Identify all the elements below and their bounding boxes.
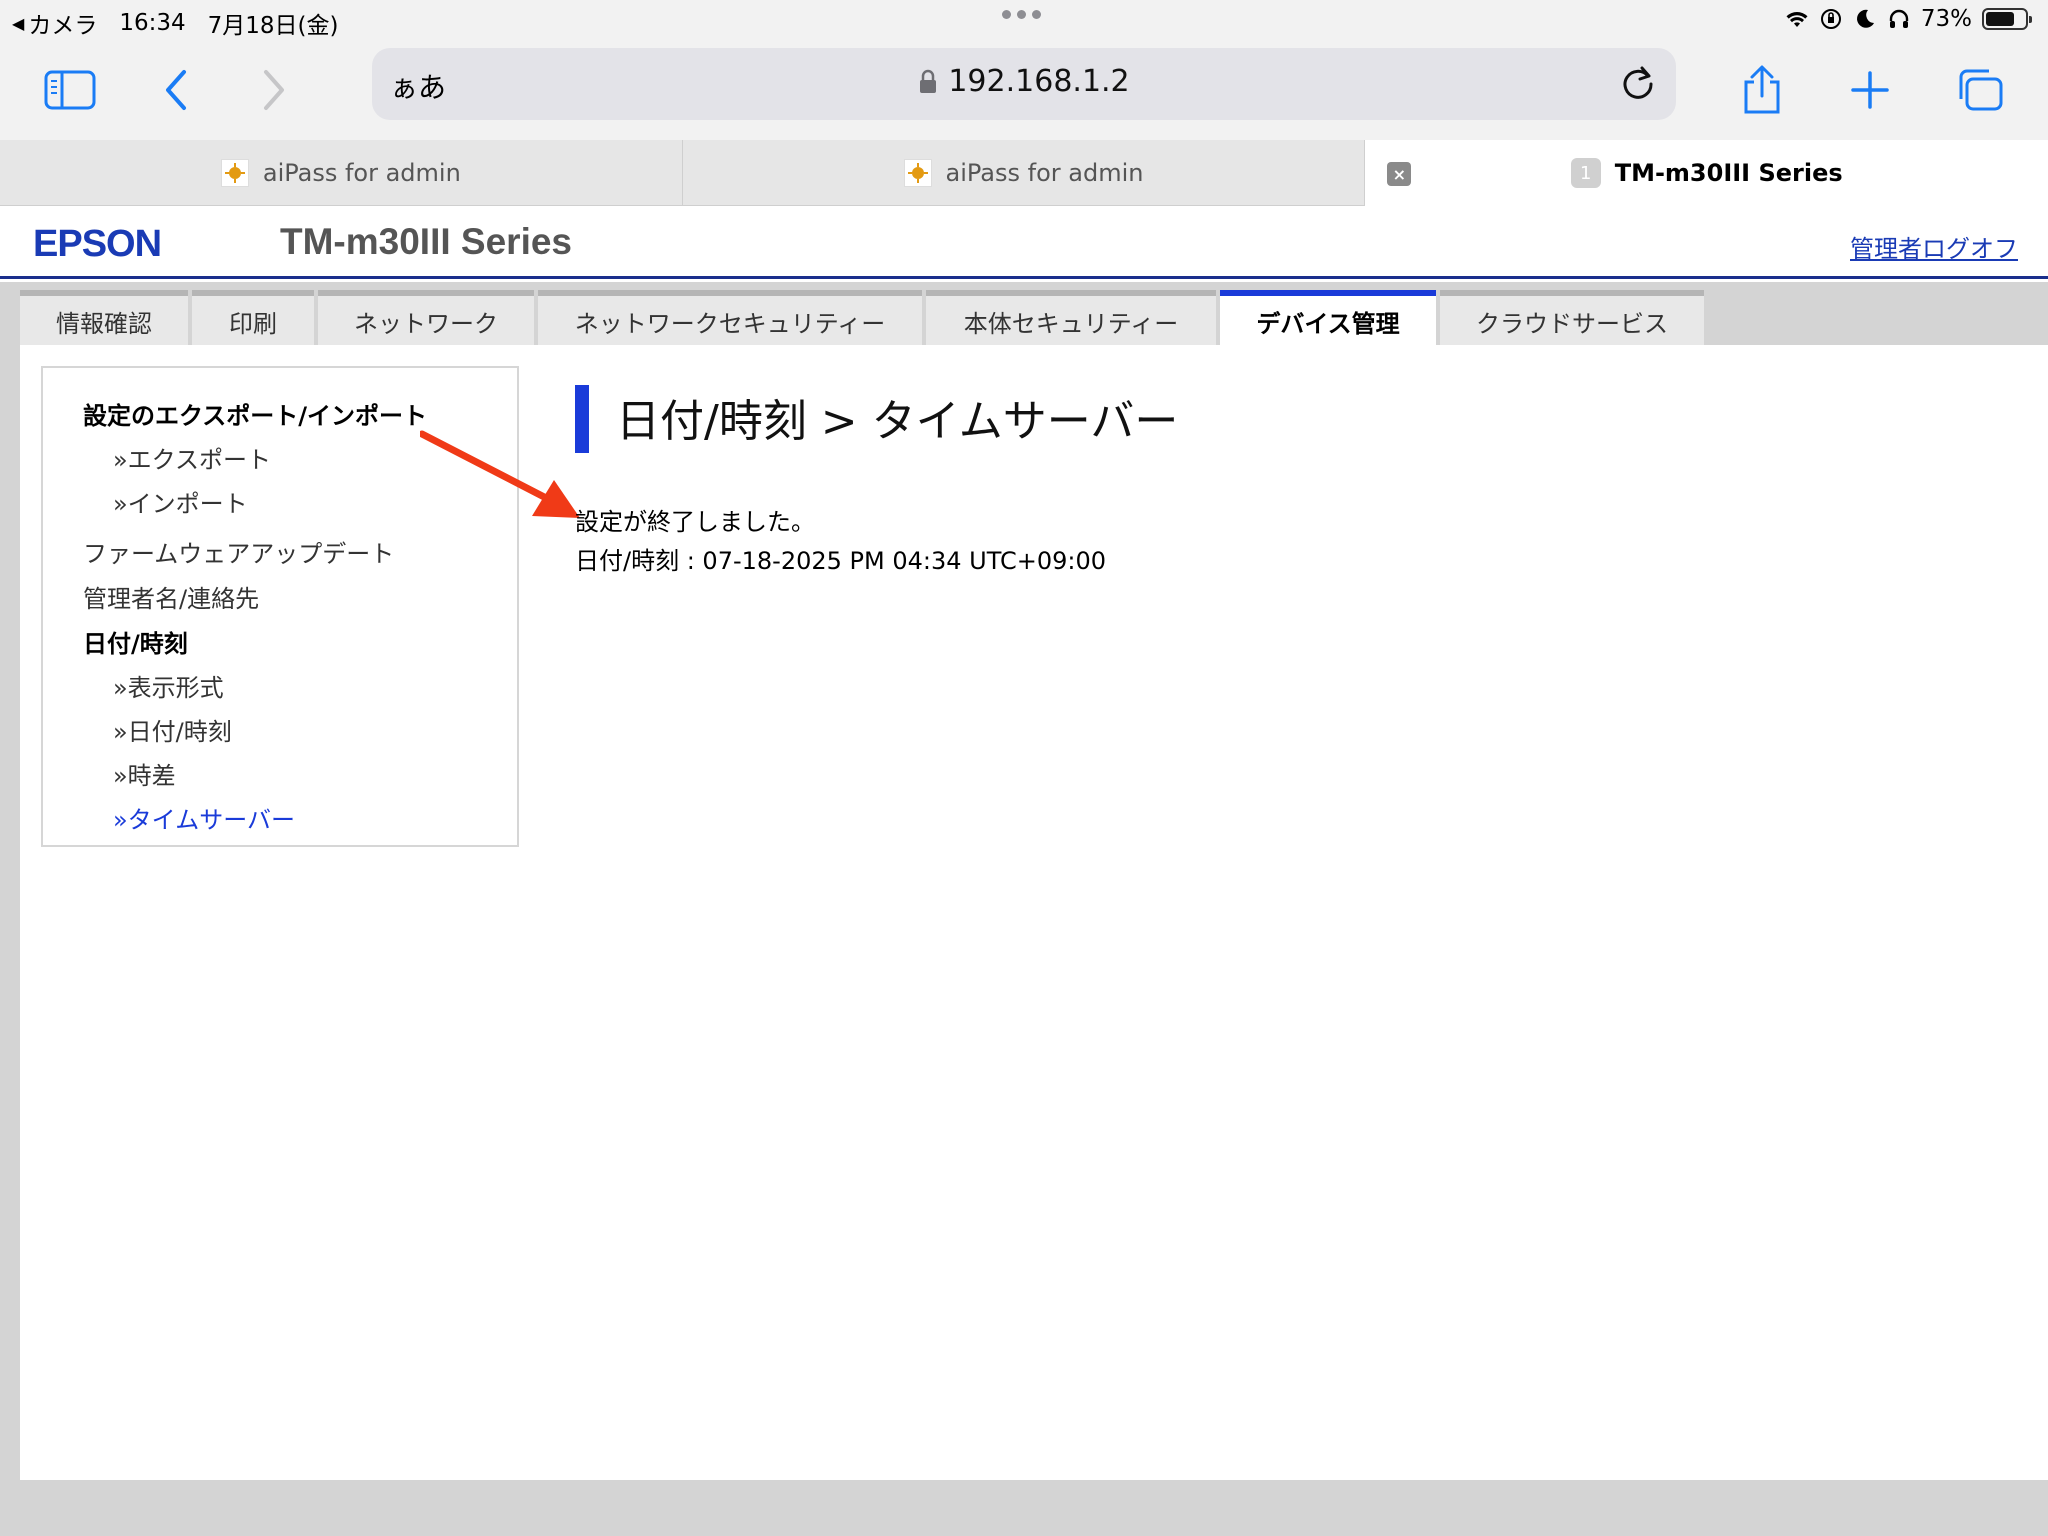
chevron-right-icon [264, 70, 284, 110]
sidebar-toggle-button[interactable] [38, 58, 102, 122]
side-time-difference[interactable]: »時差 [113, 756, 176, 791]
side-datetime-sub[interactable]: »日付/時刻 [113, 712, 232, 747]
status-date: 7月18日(金) [207, 13, 339, 39]
address-bar[interactable]: ぁあ 192.168.1.2 [372, 48, 1676, 120]
headphones-icon [1889, 9, 1909, 28]
side-time-server[interactable]: »タイムサーバー [113, 800, 295, 835]
side-import[interactable]: »インポート [113, 484, 248, 519]
battery-fill [1986, 12, 2014, 26]
chevron-left-icon [166, 70, 186, 110]
side-export-import[interactable]: 設定のエクスポート/インポート [83, 396, 427, 431]
nav-tab-device-management[interactable]: デバイス管理 [1220, 290, 1436, 345]
tab-overview-button[interactable] [1948, 58, 2012, 122]
tab-title: aiPass for admin [262, 159, 461, 187]
nav-tab-cloud-service[interactable]: クラウドサービス [1440, 290, 1704, 345]
current-datetime: 日付/時刻 : 07-18-2025 PM 04:34 UTC+09:00 [575, 547, 1106, 575]
side-admin-contact[interactable]: 管理者名/連絡先 [83, 579, 259, 614]
tabs-icon [1959, 69, 2003, 111]
plus-icon [1851, 71, 1889, 109]
nav-tab-device-security[interactable]: 本体セキュリティー [926, 290, 1216, 345]
browser-tab-3[interactable]: × 1 TM-m30III Series [1365, 140, 2048, 206]
tab-title: TM-m30III Series [1614, 159, 1843, 187]
epson-logo: EPSON [33, 223, 162, 265]
forward-button[interactable] [242, 58, 306, 122]
aipass-favicon-icon [220, 159, 249, 187]
side-firmware-update[interactable]: ファームウェアアップデート [83, 534, 394, 569]
side-datetime[interactable]: 日付/時刻 [83, 624, 188, 659]
battery-icon [1982, 8, 2032, 30]
reload-icon[interactable] [1616, 62, 1660, 106]
aipass-favicon-icon [903, 159, 932, 187]
back-triangle-icon: ◀ [12, 13, 25, 33]
back-app-label: カメラ [28, 13, 98, 39]
close-tab-icon[interactable]: × [1387, 162, 1412, 186]
nav-tab-info[interactable]: 情報確認 [20, 290, 188, 345]
side-export[interactable]: »エクスポート [113, 440, 271, 475]
content-area: 設定のエクスポート/インポート »エクスポート »インポート ファームウェアアッ… [20, 345, 2048, 1480]
lock-icon [920, 69, 937, 93]
url-text: 192.168.1.2 [948, 64, 1130, 99]
status-bar: ◀ カメラ 16:34 7月18日(金) 73% [0, 0, 2048, 40]
page-title: 日付/時刻 > タイムサーバー [616, 396, 1179, 447]
nav-tab-network[interactable]: ネットワーク [318, 290, 534, 345]
battery-percent: 73% [1920, 6, 1972, 32]
admin-logoff-link[interactable]: 管理者ログオフ [1850, 229, 2018, 264]
new-tab-button[interactable] [1838, 58, 1902, 122]
annotation-arrow-icon [420, 430, 580, 518]
heading-accent-bar [575, 385, 589, 453]
wifi-icon [1786, 12, 1808, 27]
share-button[interactable] [1730, 58, 1794, 122]
browser-tab-2[interactable]: aiPass for admin [683, 140, 1366, 206]
side-display-format[interactable]: »表示形式 [113, 668, 224, 703]
share-icon [1744, 65, 1780, 114]
multitasking-dots[interactable] [1002, 10, 1041, 19]
product-name: TM-m30III Series [280, 221, 573, 262]
orientation-lock-icon [1820, 9, 1841, 29]
sidebar-icon [44, 70, 96, 110]
back-to-app[interactable]: ◀ カメラ [12, 6, 97, 40]
nav-tab-network-security[interactable]: ネットワークセキュリティー [538, 290, 922, 345]
main-nav: 情報確認 印刷 ネットワーク ネットワークセキュリティー 本体セキュリティー デ… [20, 290, 1704, 345]
tab-title: aiPass for admin [945, 159, 1144, 187]
back-button[interactable] [144, 58, 208, 122]
page-frame: 情報確認 印刷 ネットワーク ネットワークセキュリティー 本体セキュリティー デ… [0, 282, 2048, 1536]
tab-bar: aiPass for admin aiPass for admin × 1 TM… [0, 140, 2048, 206]
nav-tab-print[interactable]: 印刷 [192, 290, 314, 345]
tab-badge: 1 [1570, 158, 1601, 188]
completion-message: 設定が終了しました。 [575, 508, 815, 536]
moon-icon [1856, 9, 1874, 28]
browser-tab-1[interactable]: aiPass for admin [0, 140, 683, 206]
status-time: 16:34 [119, 10, 186, 36]
page-header: EPSON TM-m30III Series 管理者ログオフ [0, 207, 2048, 279]
browser-toolbar: ぁあ 192.168.1.2 [0, 40, 2048, 140]
